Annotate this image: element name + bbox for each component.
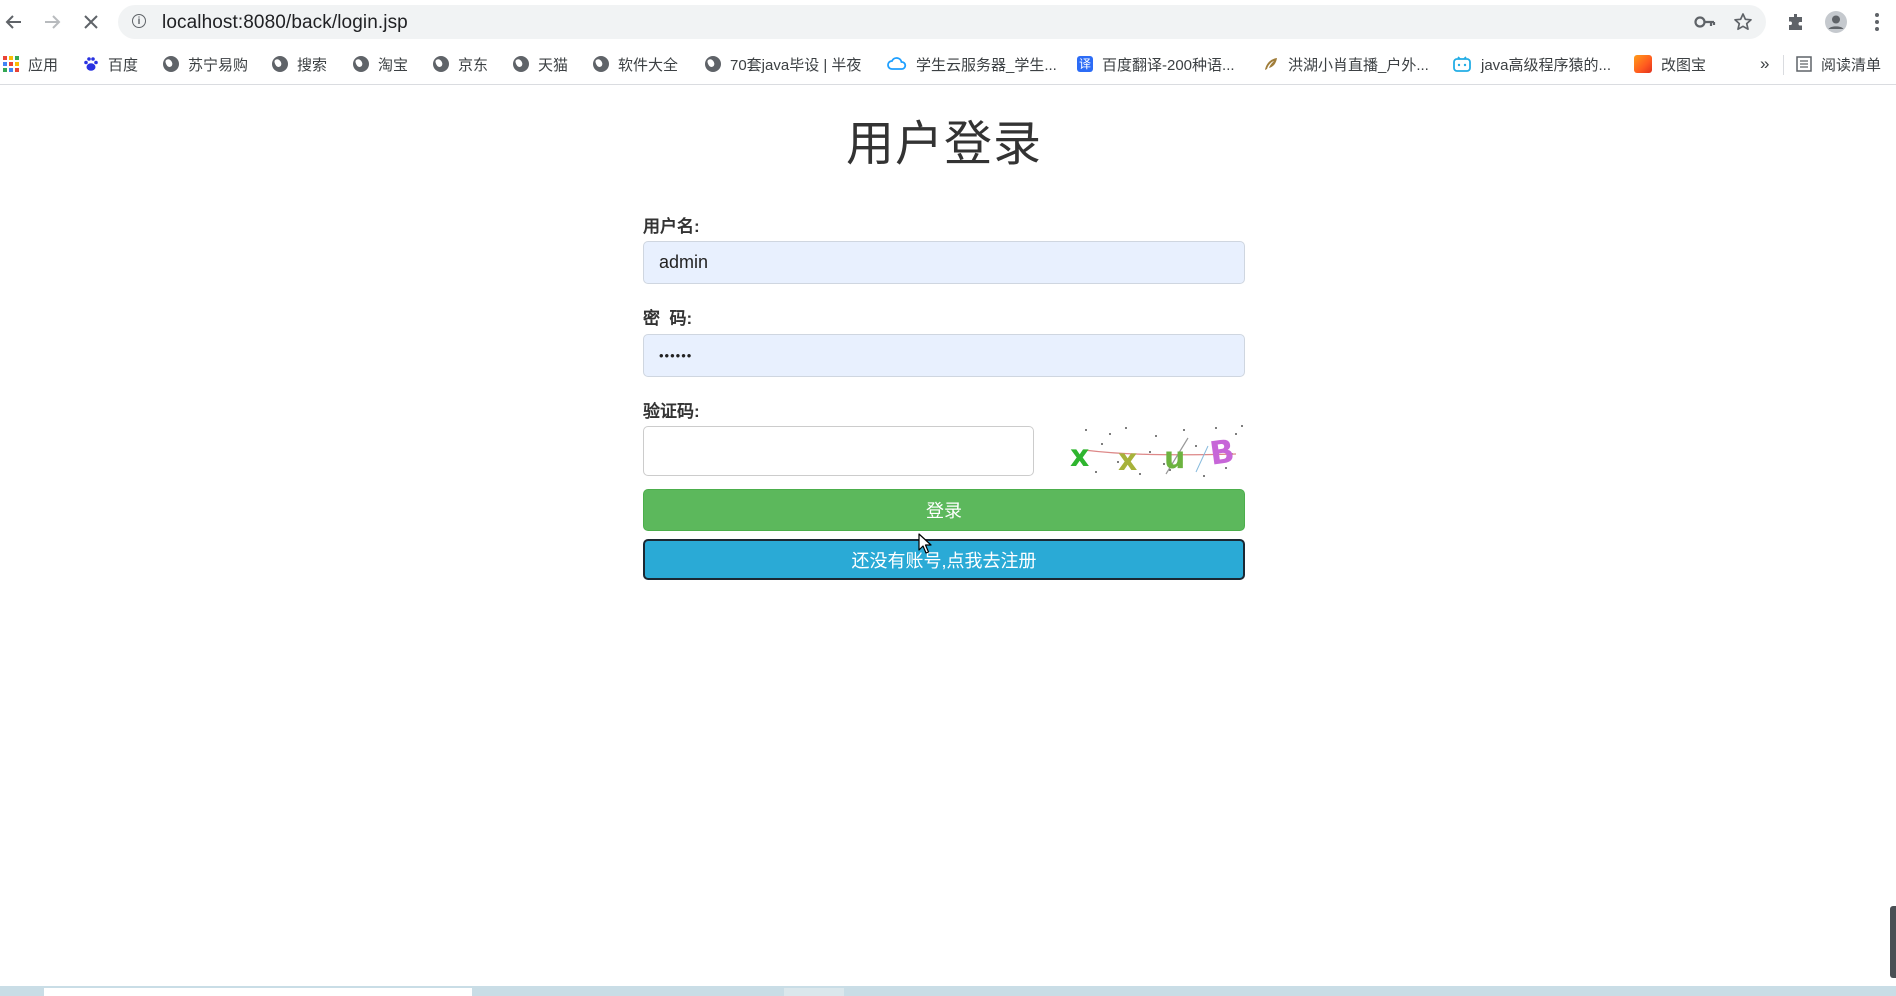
bookmark-tmall[interactable]: 天猫 [513, 53, 568, 75]
bookmark-label: 学生云服务器_学生... [916, 56, 1057, 74]
bookmark-label: 淘宝 [378, 56, 409, 74]
bookmark-label: 百度 [108, 56, 139, 74]
menu-icon[interactable] [1864, 9, 1890, 35]
mouse-cursor-icon [918, 533, 932, 554]
bottom-segment [784, 988, 844, 996]
svg-text:x: x [1118, 443, 1137, 478]
login-button[interactable]: 登录 [643, 489, 1245, 531]
globe-icon [163, 56, 179, 72]
page-title: 用户登录 [845, 118, 1042, 171]
bookmark-label: 苏宁易购 [188, 56, 249, 74]
globe-icon [353, 56, 369, 72]
username-input[interactable]: admin [643, 241, 1245, 284]
bookmark-jd[interactable]: 京东 [433, 53, 488, 75]
globe-icon [433, 56, 449, 72]
svg-text:B: B [1207, 432, 1236, 473]
bookmark-label: java高级程序猿的... [1481, 56, 1612, 74]
bookmark-baidu[interactable]: 百度 [83, 53, 138, 75]
register-button[interactable]: 还没有账号,点我去注册 [643, 539, 1245, 580]
captcha-label: 验证码: [643, 402, 700, 421]
bookmark-label: 70套java毕设 | 半夜 [730, 56, 862, 74]
apps-grid-icon [3, 56, 19, 72]
baidu-paw-icon [83, 56, 99, 72]
captcha-input[interactable] [643, 426, 1034, 476]
bookmarks-divider [1783, 55, 1784, 75]
translate-icon: 译 [1077, 56, 1093, 72]
overflow-chevron-icon: » [1760, 54, 1770, 73]
reading-list-icon [1796, 56, 1812, 72]
bookmark-gaitubao[interactable]: 改图宝 [1634, 53, 1706, 75]
bookmark-label: 京东 [458, 56, 489, 74]
bookmark-student-cloud[interactable]: 学生云服务器_学生... [887, 53, 1057, 75]
globe-icon [705, 56, 721, 72]
svg-text:x: x [1070, 439, 1089, 474]
captcha-image[interactable]: x x u B [1066, 424, 1246, 480]
feather-icon [1263, 56, 1279, 72]
star-icon[interactable] [1732, 11, 1754, 33]
profile-icon[interactable] [1823, 9, 1849, 35]
password-label: 密 码: [643, 309, 693, 328]
bookmark-baidu-translate[interactable]: 译 百度翻译-200种语... [1077, 53, 1235, 75]
stop-loading-icon[interactable] [77, 8, 105, 36]
key-icon[interactable] [1694, 11, 1716, 33]
username-label: 用户名: [643, 217, 700, 236]
reading-list-label: 阅读清单 [1821, 56, 1882, 74]
back-icon[interactable] [0, 8, 28, 36]
bilibili-icon [1452, 56, 1472, 72]
globe-icon [593, 56, 609, 72]
bookmark-java-projects[interactable]: 70套java毕设 | 半夜 [705, 53, 861, 75]
bookmark-search[interactable]: 搜索 [272, 53, 327, 75]
bookmarks-bar: 应用 百度 苏宁易购 搜索 淘宝 京东 天猫 软件大全 70套java毕设 | … [0, 44, 1896, 85]
browser-toolbar: i localhost:8080/back/login.jsp [0, 0, 1896, 44]
bookmark-label: 改图宝 [1661, 56, 1707, 74]
reading-list-button[interactable]: 阅读清单 [1796, 53, 1881, 75]
bookmark-label: 软件大全 [618, 56, 679, 74]
globe-icon [272, 56, 288, 72]
globe-icon [513, 56, 529, 72]
bookmark-software[interactable]: 软件大全 [593, 53, 678, 75]
bookmark-apps[interactable]: 应用 [3, 53, 58, 75]
address-bar[interactable]: i localhost:8080/back/login.jsp [118, 5, 1766, 39]
bookmark-label: 洪湖小肖直播_户外... [1288, 56, 1429, 74]
extensions-icon[interactable] [1783, 9, 1809, 35]
svg-text:u: u [1164, 441, 1185, 476]
bookmark-label: 应用 [28, 56, 59, 74]
bookmark-label: 百度翻译-200种语... [1102, 56, 1235, 74]
bookmark-label: 天猫 [538, 56, 569, 74]
bookmark-label: 搜索 [297, 56, 328, 74]
forward-icon[interactable] [38, 8, 66, 36]
bottom-segment [44, 988, 472, 996]
password-input[interactable]: •••••• [643, 334, 1245, 377]
bookmark-taobao[interactable]: 淘宝 [353, 53, 408, 75]
bookmark-bilibili[interactable]: java高级程序猿的... [1452, 53, 1611, 75]
bookmark-livestream[interactable]: 洪湖小肖直播_户外... [1263, 53, 1429, 75]
orange-square-icon [1634, 55, 1652, 73]
bookmarks-overflow-button[interactable]: » [1760, 53, 1769, 75]
url-text[interactable]: localhost:8080/back/login.jsp [162, 12, 408, 34]
bookmark-suning[interactable]: 苏宁易购 [163, 53, 248, 75]
site-info-icon[interactable]: i [132, 14, 146, 28]
scrollbar-thumb[interactable] [1890, 906, 1896, 978]
cloud-icon [887, 56, 907, 72]
